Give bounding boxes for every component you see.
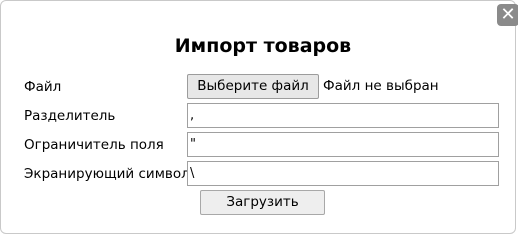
escape-char-input[interactable] (187, 161, 499, 186)
separator-label: Разделитель (24, 108, 116, 124)
import-dialog: ✕ Импорт товаров Файл Выберите файл Файл… (0, 0, 518, 234)
field-delimiter-input[interactable] (187, 132, 499, 157)
escape-char-label: Экранирующий символ (24, 166, 190, 182)
choose-file-button[interactable]: Выберите файл (187, 74, 319, 99)
separator-input[interactable] (187, 103, 499, 128)
upload-button[interactable]: Загрузить (200, 190, 325, 215)
field-delimiter-label: Ограничитель поля (24, 137, 164, 153)
close-icon[interactable]: ✕ (497, 4, 518, 26)
file-label: Файл (24, 79, 62, 95)
file-status-text: Файл не выбран (323, 78, 439, 94)
dialog-title: Импорт товаров (174, 35, 352, 57)
